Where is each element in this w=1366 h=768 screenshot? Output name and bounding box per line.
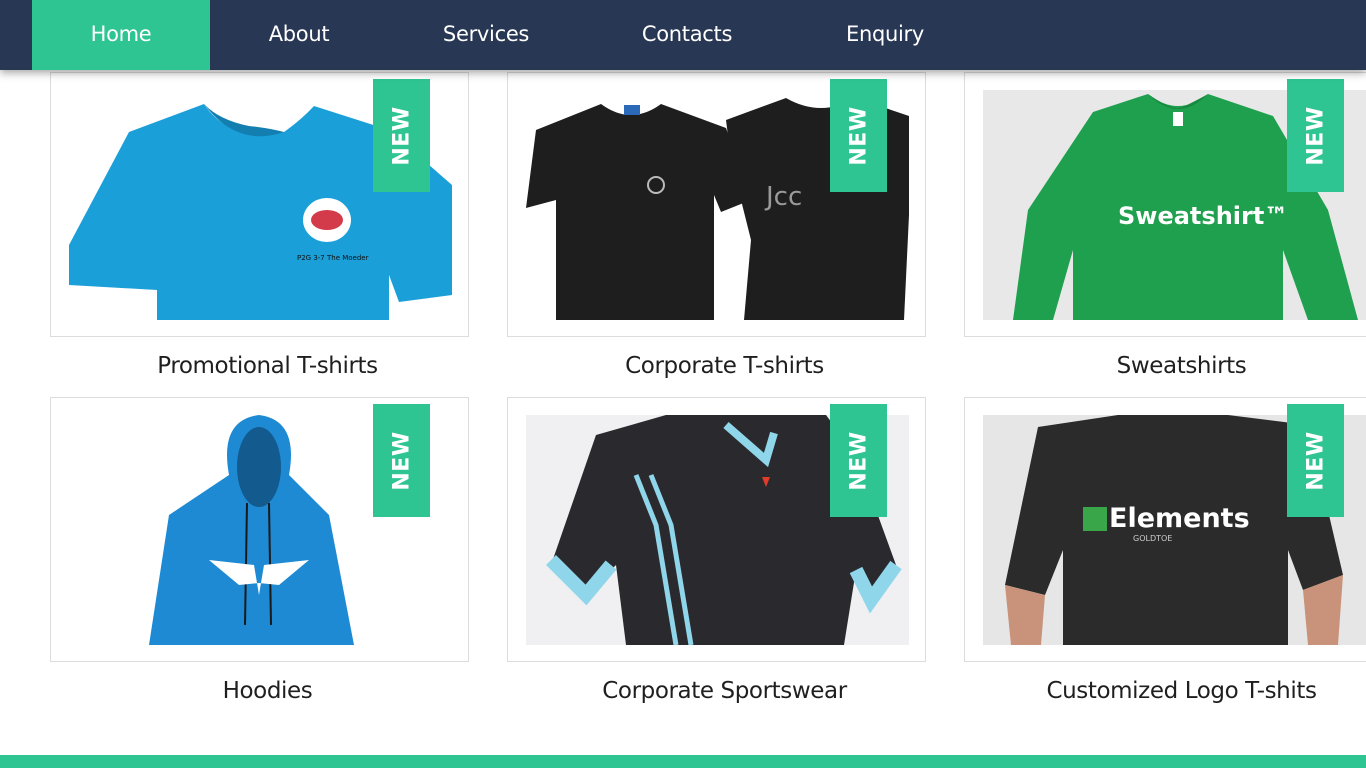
product-card-corporate-tshirts[interactable]: Jcc NEW — [507, 72, 926, 337]
nav-enquiry[interactable]: Enquiry — [790, 0, 980, 70]
product-title-customized-logo-tshirts[interactable]: Customized Logo T-shits — [972, 678, 1366, 704]
top-navbar: Home About Services Contacts Enquiry — [0, 0, 1366, 70]
new-badge: NEW — [373, 404, 430, 517]
product-title-corporate-tshirts[interactable]: Corporate T-shirts — [515, 353, 934, 379]
product-title-corporate-sportswear[interactable]: Corporate Sportswear — [515, 678, 934, 704]
nav-about[interactable]: About — [210, 0, 388, 70]
svg-text:Sweatshirt™: Sweatshirt™ — [1118, 202, 1288, 230]
footer-accent-bar — [0, 755, 1366, 768]
svg-text:GOLDTOE: GOLDTOE — [1133, 534, 1172, 543]
product-card-sweatshirts[interactable]: Sweatshirt™ NEW — [964, 72, 1366, 337]
nav-services[interactable]: Services — [388, 0, 584, 70]
new-badge: NEW — [1287, 404, 1344, 517]
svg-text:Jcc: Jcc — [764, 182, 802, 212]
product-card-hoodies[interactable]: NEW — [50, 397, 469, 662]
new-badge: NEW — [830, 79, 887, 192]
product-title-hoodies[interactable]: Hoodies — [58, 678, 477, 704]
product-title-promotional-tshirts[interactable]: Promotional T-shirts — [58, 353, 477, 379]
product-title-sweatshirts[interactable]: Sweatshirts — [972, 353, 1366, 379]
nav-home[interactable]: Home — [32, 0, 210, 70]
new-badge: NEW — [373, 79, 430, 192]
new-badge: NEW — [830, 404, 887, 517]
nav-contacts[interactable]: Contacts — [584, 0, 790, 70]
svg-text:Elements: Elements — [1109, 503, 1250, 534]
product-card-promotional-tshirts[interactable]: P2G 3-7 The Moeder NEW — [50, 72, 469, 337]
svg-text:P2G 3-7 The Moeder: P2G 3-7 The Moeder — [297, 254, 369, 262]
product-card-corporate-sportswear[interactable]: NEW — [507, 397, 926, 662]
new-badge: NEW — [1287, 79, 1344, 192]
product-card-customized-logo-tshirts[interactable]: Elements GOLDTOE NEW — [964, 397, 1366, 662]
